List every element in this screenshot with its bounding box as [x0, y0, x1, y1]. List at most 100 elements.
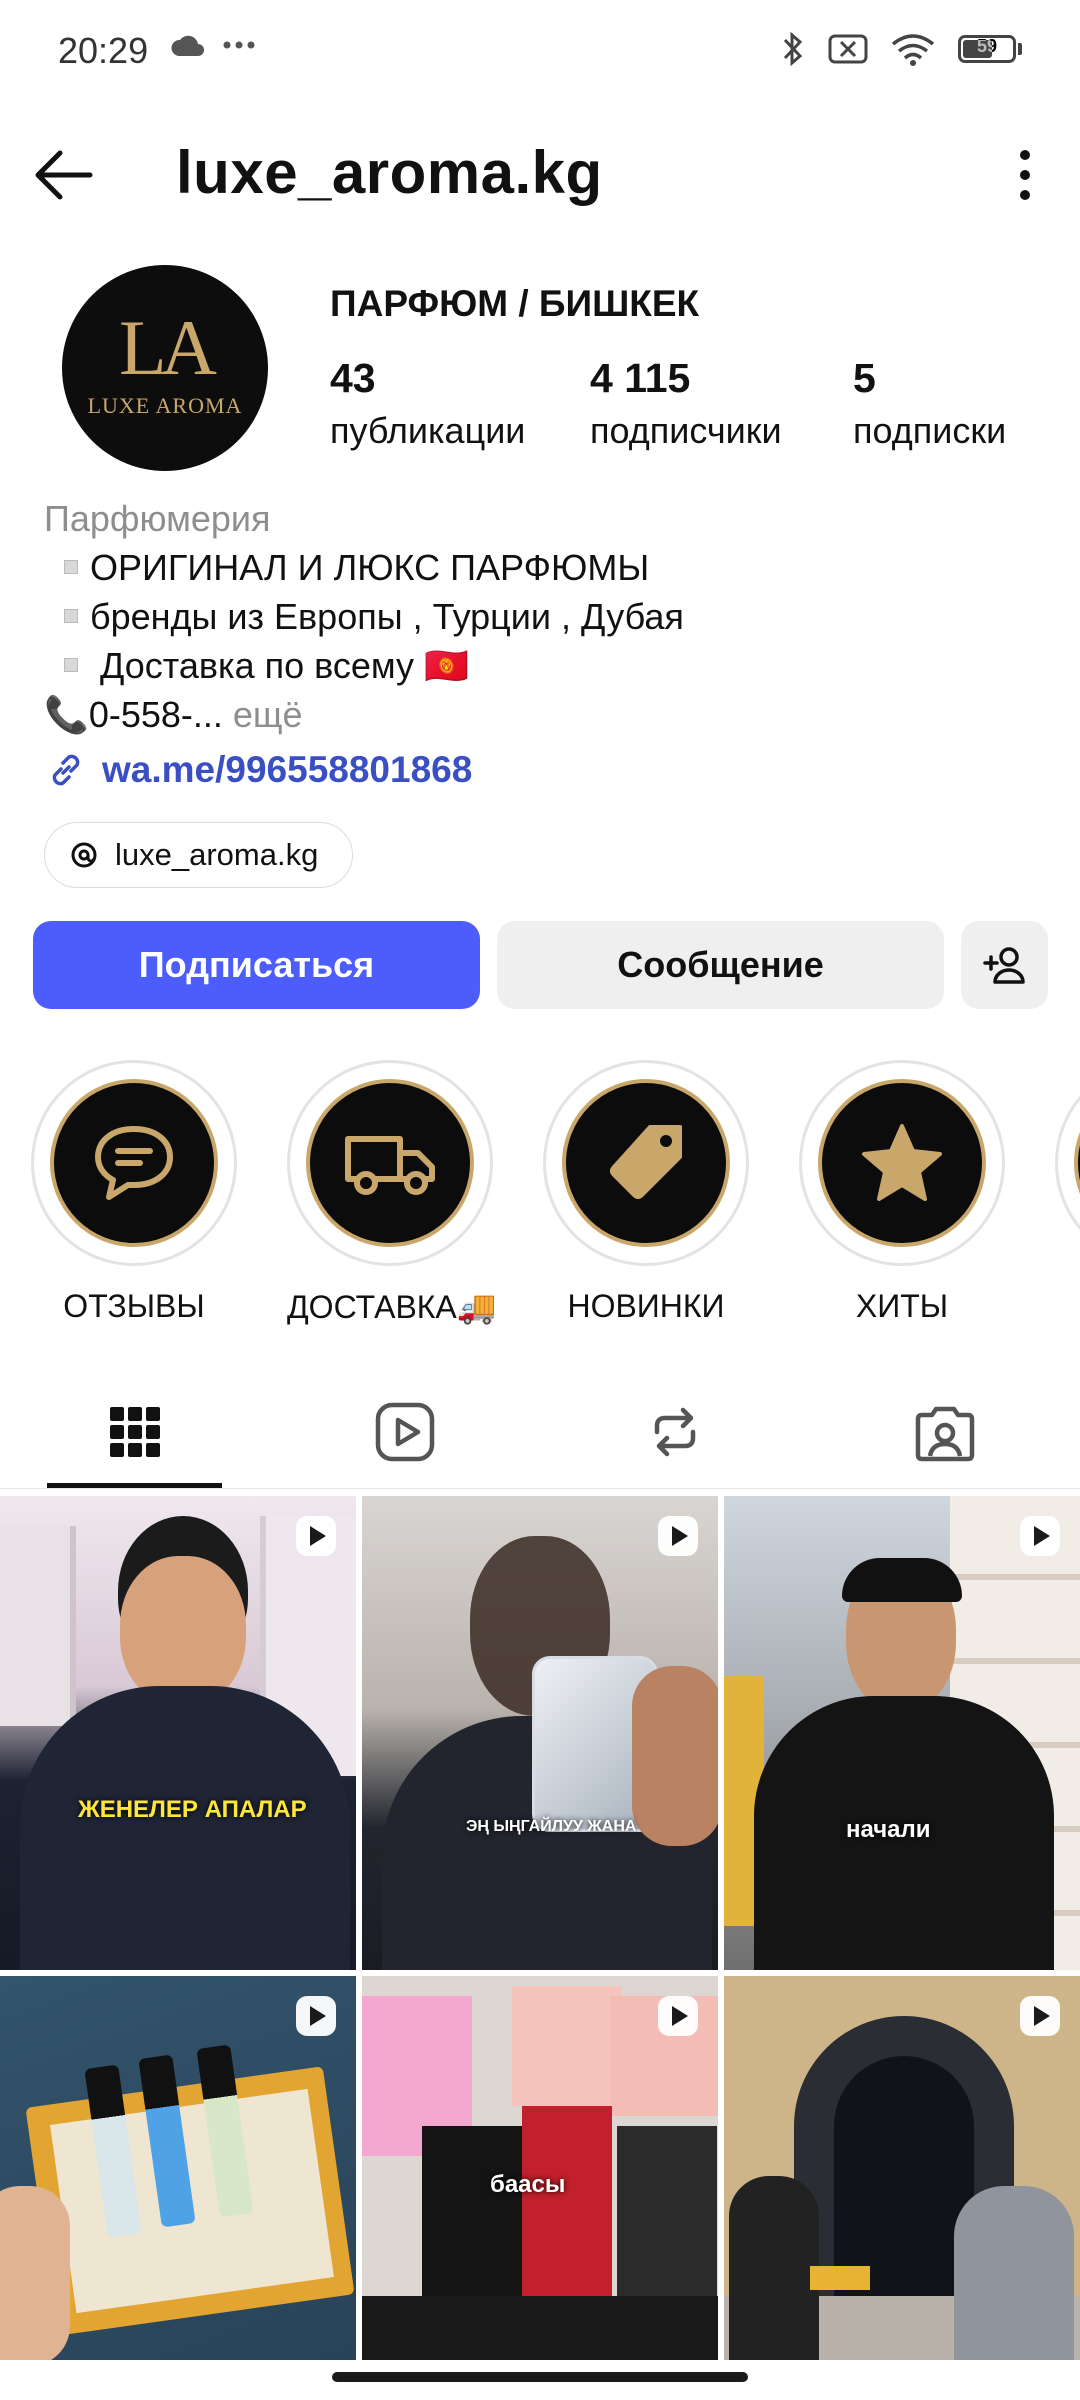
highlight-label: НОВИНКИ — [567, 1288, 725, 1324]
stat-following[interactable]: 5 подписки — [853, 355, 1006, 452]
status-icons: 59 — [780, 30, 1022, 68]
threads-handle: luxe_aroma.kg — [115, 837, 319, 872]
profile-link-text: wa.me/996558801868 — [102, 749, 473, 790]
profile-link[interactable]: wa.me/996558801868 — [44, 748, 472, 792]
stat-posts[interactable]: 43 публикации — [330, 355, 525, 452]
suggest-people-button[interactable] — [961, 921, 1048, 1009]
reel-icon — [1020, 1996, 1060, 2036]
reposts-icon — [654, 1407, 696, 1457]
follow-button[interactable]: Подписаться — [33, 921, 480, 1009]
perfume-box — [512, 1986, 622, 2106]
reel-icon — [1020, 1516, 1060, 1556]
tab-reposts[interactable] — [600, 1382, 750, 1482]
tag-icon — [610, 1125, 682, 1199]
star-icon — [862, 1124, 942, 1201]
bio-line: ОРИГИНАЛ И ЛЮКС ПАРФЮМЫ — [44, 543, 684, 592]
bullet-icon — [64, 609, 78, 623]
post-tile[interactable] — [724, 1976, 1080, 2360]
profile-bio: Парфюмерия ОРИГИНАЛ И ЛЮКС ПАРФЮМЫ бренд… — [44, 494, 684, 739]
profile-display-name: ПАРФЮМ / БИШКЕК — [330, 283, 700, 324]
grid-icon — [110, 1407, 160, 1457]
threads-badge[interactable]: luxe_aroma.kg — [44, 822, 354, 888]
post-tile[interactable]: начали — [724, 1496, 1080, 1970]
status-time: 20:29 — [58, 30, 149, 71]
post-tile[interactable]: ЭҢ ЫҢГАЙЛУУ ЖАНА — [362, 1496, 718, 1970]
highlight-label: ДОСТАВКА🚚 — [287, 1289, 497, 1325]
reels-icon — [375, 1402, 435, 1462]
reel-icon — [296, 1996, 336, 2036]
highlight-partial[interactable] — [1055, 1060, 1080, 1266]
post-caption: ЖЕНЕЛЕР АПАЛАР — [78, 1796, 307, 1823]
tab-divider — [0, 1488, 1080, 1489]
stat-followers-value: 4 115 — [590, 355, 691, 401]
cloud-icon — [170, 34, 206, 63]
bullet-icon — [64, 658, 78, 672]
more-notifications-icon — [222, 38, 256, 56]
person-sweater — [20, 1686, 350, 1970]
threads-icon — [71, 842, 97, 868]
profile-username: luxe_aroma.kg — [176, 139, 603, 206]
stat-posts-value: 43 — [330, 355, 376, 401]
highlight-label: ХИТЫ — [855, 1288, 949, 1324]
tab-posts[interactable] — [60, 1382, 210, 1482]
tab-tagged[interactable] — [870, 1382, 1020, 1482]
shelf — [0, 1526, 76, 1726]
tab-reels[interactable] — [330, 1382, 480, 1482]
battery-level: 59 — [976, 36, 998, 56]
post-caption: начали — [846, 1816, 931, 1843]
reel-icon — [296, 1516, 336, 1556]
highlight-delivery[interactable]: ДОСТАВКА🚚 — [287, 1060, 497, 1326]
person — [729, 2176, 819, 2360]
options-button[interactable] — [1010, 145, 1040, 205]
stat-followers[interactable]: 4 115 подписчики — [590, 355, 782, 452]
reel-icon — [658, 1996, 698, 2036]
person — [954, 2186, 1074, 2360]
post-tile[interactable]: ЖЕНЕЛЕР АПАЛАР — [0, 1496, 356, 1970]
cap-hat — [842, 1558, 962, 1602]
link-icon — [52, 754, 80, 786]
bio-more-link[interactable]: ещё — [223, 694, 303, 735]
highlight-label: ОТЗЫВЫ — [63, 1288, 205, 1324]
highlight-new[interactable]: НОВИНКИ — [543, 1060, 749, 1325]
perfume-box — [522, 2106, 612, 2296]
message-button[interactable]: Сообщение — [497, 921, 944, 1009]
avatar-logo-text: LUXE AROMA — [87, 393, 243, 418]
post-tile[interactable]: баасы — [362, 1976, 718, 2360]
highlight-hits[interactable]: ХИТЫ — [799, 1060, 1005, 1325]
bullet-icon — [64, 560, 78, 574]
avatar[interactable]: LA LUXE AROMA — [62, 265, 268, 471]
add-person-icon — [982, 947, 1025, 984]
person-face — [120, 1556, 246, 1706]
tagged-icon — [915, 1406, 975, 1462]
avatar-logo: LA — [119, 304, 217, 391]
truck-icon — [345, 1136, 435, 1195]
stat-posts-label: публикации — [330, 410, 526, 451]
chat-icon — [95, 1126, 173, 1200]
bio-line: бренды из Европы , Турции , Дубая — [44, 592, 684, 641]
post-tile[interactable] — [0, 1976, 356, 2360]
perfume-box — [422, 2126, 522, 2296]
stat-following-value: 5 — [853, 355, 876, 401]
bio-line: Доставка по всему 🇰🇬 — [44, 641, 684, 690]
no-sim-icon — [828, 34, 868, 64]
bluetooth-icon — [783, 31, 803, 67]
post-caption: баасы — [490, 2171, 566, 2198]
reel-icon — [658, 1516, 698, 1556]
counter — [362, 2296, 718, 2360]
bio-phone-line: 📞0-558-... ещё — [44, 694, 303, 735]
perfume-box — [617, 2126, 717, 2296]
battery-icon: 59 — [958, 35, 1022, 63]
stat-followers-label: подписчики — [590, 410, 782, 451]
hand — [0, 2186, 70, 2360]
stat-following-label: подписки — [853, 410, 1007, 451]
back-button[interactable] — [30, 140, 100, 210]
hand — [632, 1666, 718, 1846]
post-caption: ЭҢ ЫҢГАЙЛУУ ЖАНА — [466, 1818, 637, 1835]
home-gesture-bar[interactable] — [332, 2372, 748, 2382]
bio-category: Парфюмерия — [44, 498, 271, 539]
wifi-icon — [891, 34, 935, 66]
gift-box — [810, 2266, 870, 2290]
more-vertical-icon — [1020, 150, 1030, 200]
highlight-reviews[interactable]: ОТЗЫВЫ — [31, 1060, 237, 1325]
arrow-left-icon — [35, 150, 93, 200]
